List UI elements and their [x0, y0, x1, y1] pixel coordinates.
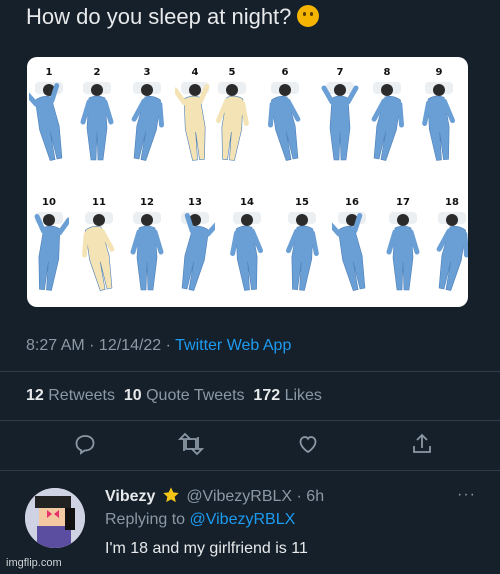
sleep-position-number: 17 [396, 197, 410, 208]
quote-tweets-stat[interactable]: 10 Quote Tweets [124, 387, 245, 404]
sleep-position-number: 2 [93, 67, 101, 78]
sleep-position-number: 15 [295, 197, 309, 208]
sleep-position-number: 9 [435, 67, 443, 78]
sleep-position-9: 9 [417, 67, 461, 164]
tweet-title-text: How do you sleep at night? [26, 4, 292, 29]
replying-mention-link[interactable]: @VibezyRBLX [190, 511, 296, 528]
likes-stat[interactable]: 172 Likes [253, 387, 322, 404]
sleep-position-number: 16 [345, 197, 359, 208]
sleep-position-number: 11 [92, 197, 106, 208]
sleep-position-11: 11 [77, 197, 121, 294]
quotes-count: 10 [123, 387, 142, 404]
thinking-face-icon [297, 5, 320, 27]
sleep-position-12: 12 [125, 197, 169, 294]
sleep-position-number: 8 [383, 67, 391, 78]
sleep-position-number: 1 [45, 67, 53, 78]
retweet-button[interactable] [177, 432, 206, 460]
sleep-position-7: 7 [318, 67, 362, 164]
sleeping-figure-icon [436, 212, 468, 291]
sleeping-figure-icon [175, 82, 210, 161]
retweets-stat[interactable]: 12 Retweets [26, 387, 115, 404]
tweet-actions [0, 432, 500, 462]
sleep-position-3: 3 [125, 67, 169, 164]
sleeping-figure-icon [386, 212, 420, 291]
sleeping-figure-icon [81, 212, 115, 291]
sleep-position-number: 18 [445, 197, 459, 208]
sleep-position-number: 5 [228, 67, 236, 78]
sleep-position-number: 13 [188, 197, 202, 208]
reply-author-name[interactable]: Vibezy [105, 488, 155, 505]
sleep-position-13: 13 [173, 197, 217, 294]
sleep-position-number: 14 [240, 197, 254, 208]
star-icon [163, 487, 179, 503]
sleeping-figure-icon [285, 212, 319, 291]
avatar[interactable] [25, 488, 85, 548]
retweets-count: 12 [26, 387, 44, 404]
sleep-position-17: 17 [381, 197, 425, 294]
sleeping-figure-icon [80, 82, 114, 161]
sleep-position-15: 15 [280, 197, 324, 294]
quotes-label: Quote Tweets [146, 387, 245, 404]
sleep-position-5: 5 [210, 67, 254, 164]
sleeping-figure-icon [321, 82, 359, 161]
sleep-position-2: 2 [75, 67, 119, 164]
sleeping-figure-icon [131, 82, 165, 161]
avatar-image [25, 488, 85, 548]
retweets-label: Retweets [48, 387, 115, 404]
divider [0, 371, 500, 372]
sleep-position-10: 10 [27, 197, 71, 294]
sleeping-figure-icon [29, 82, 63, 161]
sleep-position-number: 3 [143, 67, 151, 78]
sleep-position-1: 1 [27, 67, 71, 164]
tweet-title: How do you sleep at night? [26, 4, 320, 30]
sleep-position-14: 14 [225, 197, 269, 294]
tweet-image[interactable]: 1 2 3 4 5 6 7 8 9 10 11 12 13 14 15 16 17 18 [27, 57, 468, 307]
retweet-icon [177, 432, 205, 456]
tweet-timestamp: 8:27 AM · 12/14/22 · Twitter Web App [26, 337, 291, 355]
sleep-position-18: 18 [430, 197, 468, 294]
sleep-position-8: 8 [365, 67, 409, 164]
sleeping-figure-icon [181, 212, 215, 291]
sleeping-figure-icon [215, 82, 249, 161]
sleep-position-number: 12 [140, 197, 154, 208]
sleeping-figure-icon [230, 212, 264, 291]
divider [0, 470, 500, 471]
reply-text: I'm 18 and my girlfriend is 11 [105, 540, 308, 557]
replying-to: Replying to @VibezyRBLX [105, 511, 295, 529]
sleep-position-number: 7 [336, 67, 344, 78]
reply-button[interactable] [73, 432, 101, 460]
share-icon [413, 433, 431, 453]
sleeping-figure-icon [332, 212, 366, 291]
reply-header: Vibezy @VibezyRBLX · 6h [105, 486, 324, 506]
like-icon [299, 436, 317, 454]
sleep-position-number: 6 [281, 67, 289, 78]
reply-author-handle: @VibezyRBLX · 6h [186, 488, 325, 505]
divider [0, 420, 500, 421]
timestamp-text: 8:27 AM · 12/14/22 · [26, 337, 176, 354]
sleeping-figure-icon [371, 82, 405, 161]
tweet-stats: 12 Retweets 10 Quote Tweets 172 Likes [26, 387, 322, 405]
like-button[interactable] [296, 432, 324, 460]
sleep-position-number: 10 [42, 197, 56, 208]
watermark: imgflip.com [6, 557, 62, 569]
more-options-button[interactable]: ··· [457, 486, 476, 504]
sleeping-figure-icon [34, 212, 69, 291]
sleeping-figure-icon [130, 212, 164, 291]
source-app-link[interactable]: Twitter Web App [175, 337, 291, 354]
share-button[interactable] [410, 432, 438, 460]
likes-label: Likes [284, 387, 322, 404]
sleep-position-6: 6 [263, 67, 307, 164]
reply-icon [75, 435, 95, 455]
replying-prefix: Replying to [105, 511, 190, 528]
sleep-position-16: 16 [330, 197, 374, 294]
likes-count: 172 [253, 387, 281, 404]
sleeping-figure-icon [422, 82, 456, 161]
sleeping-figure-icon [267, 82, 301, 161]
